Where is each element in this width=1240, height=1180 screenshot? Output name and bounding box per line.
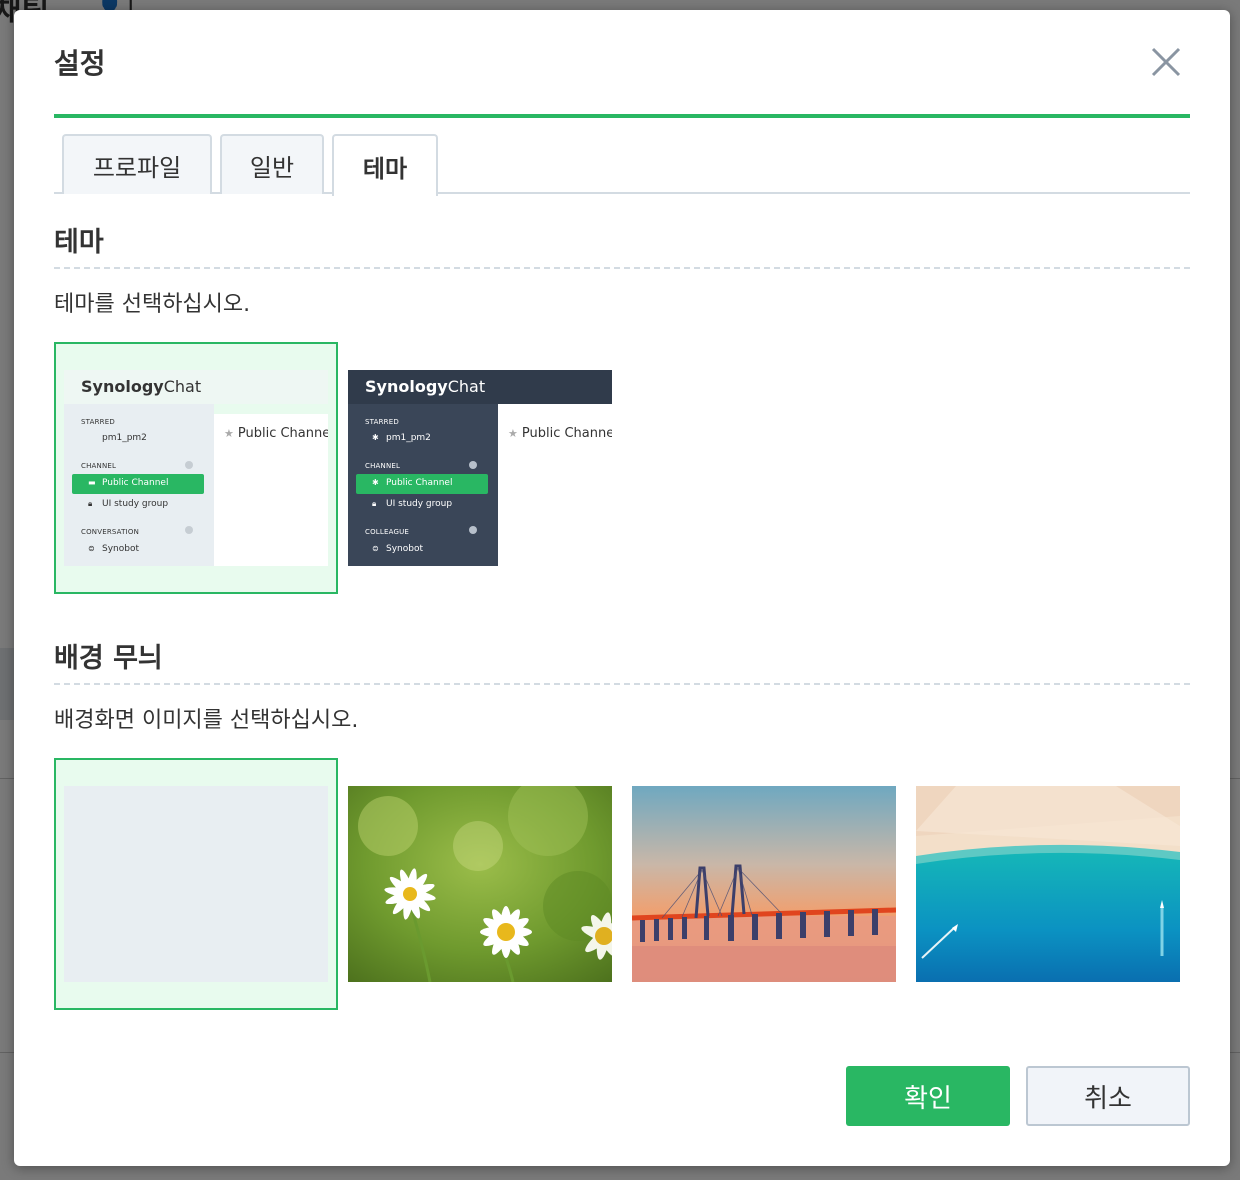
star-icon: ✱ (372, 478, 379, 487)
close-button[interactable] (1148, 44, 1184, 80)
theme-preview-light: SynologyChat STARRED pm1_pm2 CHANNEL ▬ P… (64, 370, 328, 566)
confirm-button[interactable]: 확인 (846, 1066, 1010, 1126)
tab-theme[interactable]: 테마 (332, 134, 438, 196)
wallpaper-option-none[interactable] (54, 758, 338, 1010)
preview-channel-title: ★ Public Channel (508, 426, 612, 441)
preview-sidebar: STARRED ✱ pm1_pm2 CHANNEL ✱ Public Chann… (348, 404, 498, 566)
preview-item: Public Channel (102, 478, 169, 488)
theme-section-title: 테마 (54, 227, 104, 258)
bot-icon: ⊜ (88, 544, 95, 553)
star-icon: ★ (224, 427, 234, 440)
preview-item: Synobot (386, 544, 423, 554)
theme-preview-dark: SynologyChat STARRED ✱ pm1_pm2 CHANNEL ✱… (348, 370, 612, 566)
tab-bar: 프로파일 일반 테마 (54, 134, 1190, 196)
sea-boats-image (916, 786, 1180, 982)
preview-section-label: CHANNEL (81, 462, 117, 470)
preview-channel-title: ★ Public Channel (224, 426, 328, 441)
section-divider (54, 683, 1190, 685)
tab-profile[interactable]: 프로파일 (62, 134, 212, 194)
preview-section-label: STARRED (81, 418, 115, 426)
preview-item: pm1_pm2 (386, 433, 431, 443)
lock-icon: 🔒︎ (372, 499, 377, 508)
preview-section-label: CHANNEL (365, 462, 401, 470)
star-icon: ★ (508, 427, 518, 440)
preview-main: ★ Public Channel (214, 414, 328, 566)
preview-section-label: CONVERSATION (81, 528, 140, 536)
preview-section-label: COLLEAGUE (365, 528, 410, 536)
add-icon (469, 526, 477, 534)
preview-item: UI study group (386, 499, 453, 509)
preview-item: pm1_pm2 (102, 433, 147, 443)
preview-main: ★ Public Channel (498, 414, 612, 566)
preview-item: Synobot (102, 544, 139, 554)
preview-sidebar: STARRED pm1_pm2 CHANNEL ▬ Public Channel… (64, 404, 214, 566)
preview-item: Public Channel (386, 478, 453, 488)
cancel-button[interactable]: 취소 (1026, 1066, 1190, 1126)
dialog-title: 설정 (54, 47, 106, 80)
lock-icon: 🔒︎ (88, 499, 93, 508)
bot-icon: ⊜ (372, 544, 379, 553)
add-icon (185, 526, 193, 534)
preview-brand: SynologyChat (64, 370, 328, 404)
chat-icon: ▬ (88, 478, 96, 487)
wallpaper-preview-blank (64, 786, 328, 982)
preview-item: UI study group (102, 499, 169, 509)
preview-brand: SynologyChat (348, 370, 612, 404)
wallpaper-option-sea[interactable] (906, 758, 1190, 1010)
title-accent-bar (54, 114, 1190, 118)
theme-option-dark[interactable]: SynologyChat STARRED ✱ pm1_pm2 CHANNEL ✱… (338, 342, 622, 594)
add-icon (469, 461, 477, 469)
wallpaper-section-title: 배경 무늬 (54, 643, 163, 674)
close-icon (1151, 47, 1181, 77)
wallpaper-option-daisies[interactable] (338, 758, 622, 1010)
wallpaper-description: 배경화면 이미지를 선택하십시오. (54, 708, 359, 733)
theme-option-light[interactable]: SynologyChat STARRED pm1_pm2 CHANNEL ▬ P… (54, 342, 338, 594)
wallpaper-option-bridge[interactable] (622, 758, 906, 1010)
preview-section-label: STARRED (365, 418, 399, 426)
star-icon: ✱ (372, 433, 379, 442)
tab-general[interactable]: 일반 (220, 134, 324, 194)
section-divider (54, 267, 1190, 269)
settings-dialog: 설정 프로파일 일반 테마 테마 테마를 선택하십시오. SynologyCha… (14, 10, 1230, 1166)
add-icon (185, 461, 193, 469)
bridge-sunset-image (632, 786, 896, 982)
theme-description: 테마를 선택하십시오. (54, 292, 251, 317)
daisies-image (348, 786, 612, 982)
